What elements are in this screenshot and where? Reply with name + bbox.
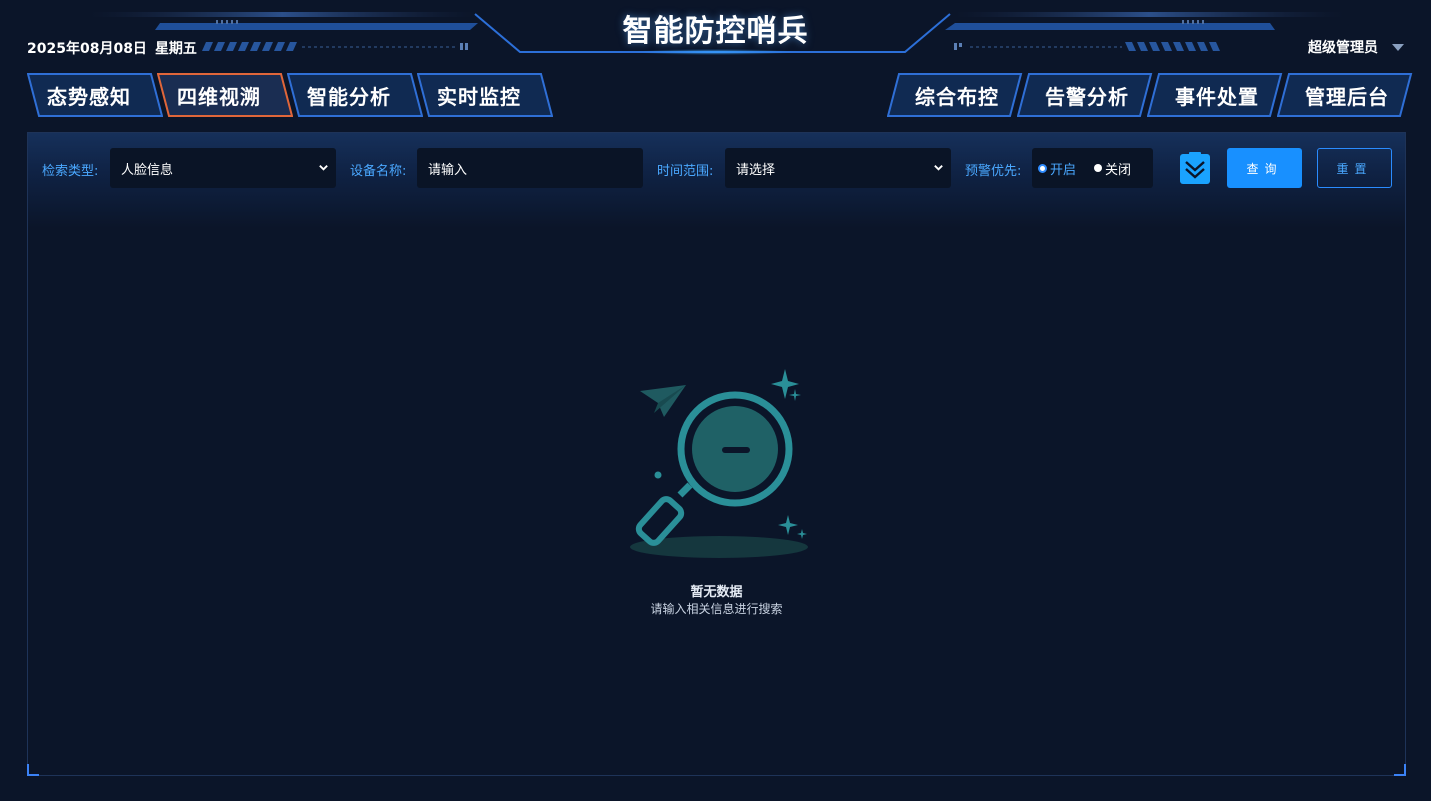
time-range-select[interactable]: 请选择 xyxy=(725,148,951,188)
page-title: 智能防控哨兵 xyxy=(622,14,809,49)
nav-left: 态势感知 四维视溯 智能分析 实时监控 xyxy=(27,73,553,117)
expand-filter-icon[interactable] xyxy=(1180,152,1210,184)
device-name-label: 设备名称: xyxy=(350,164,407,179)
corner-accent xyxy=(27,764,39,776)
tab-situation-awareness[interactable]: 态势感知 xyxy=(27,73,163,117)
time-range-value: 请选择 xyxy=(736,162,776,178)
device-name-placeholder: 请输入 xyxy=(428,162,468,178)
alert-priority-radio-group: 开启 关闭 xyxy=(1032,148,1153,188)
user-menu[interactable]: 超级管理员 xyxy=(1308,37,1404,57)
tab-label: 事件处置 xyxy=(1175,84,1259,109)
radio-off-label: 关闭 xyxy=(1105,162,1132,178)
tab-label: 综合布控 xyxy=(915,84,999,109)
tab-incident-handling[interactable]: 事件处置 xyxy=(1147,73,1283,117)
chevron-down-icon xyxy=(934,165,943,171)
empty-search-icon xyxy=(630,369,808,558)
tab-4d-trace[interactable]: 四维视溯 xyxy=(157,73,293,117)
time-range-label: 时间范围: xyxy=(657,164,714,179)
radio-on[interactable]: 开启 xyxy=(1038,159,1076,178)
query-button[interactable]: 查询 xyxy=(1227,148,1302,188)
nav-right: 综合布控 告警分析 事件处置 管理后台 xyxy=(887,73,1413,117)
empty-title: 暂无数据 xyxy=(690,585,743,600)
tab-comprehensive-control[interactable]: 综合布控 xyxy=(887,73,1023,117)
tab-label: 态势感知 xyxy=(47,84,131,109)
filter-bar: 检索类型: 人脸信息 设备名称: 请输入 时间范围: 请选择 预警优先: 开启 … xyxy=(28,148,1405,188)
chevron-down-icon xyxy=(319,165,328,171)
tab-alert-analysis[interactable]: 告警分析 xyxy=(1017,73,1153,117)
caret-down-icon[interactable] xyxy=(1392,43,1404,51)
main-panel: 检索类型: 人脸信息 设备名称: 请输入 时间范围: 请选择 预警优先: 开启 … xyxy=(27,132,1406,776)
tab-smart-analysis[interactable]: 智能分析 xyxy=(287,73,423,117)
corner-accent xyxy=(1394,764,1406,776)
empty-state: 暂无数据 请输入相关信息进行搜索 xyxy=(28,369,1405,619)
tab-realtime-monitor[interactable]: 实时监控 xyxy=(417,73,553,117)
tab-label: 智能分析 xyxy=(307,84,391,109)
search-type-select[interactable]: 人脸信息 xyxy=(110,148,336,188)
user-name: 超级管理员 xyxy=(1308,40,1378,56)
app-header: 智能防控哨兵 2025年08月08日 星期五 超级管理员 xyxy=(0,0,1431,70)
radio-off[interactable]: 关闭 xyxy=(1094,159,1131,178)
weekday-text: 星期五 xyxy=(154,41,197,57)
search-type-label: 检索类型: xyxy=(42,164,99,179)
tab-label: 四维视溯 xyxy=(177,84,261,109)
reset-button[interactable]: 重置 xyxy=(1317,148,1392,188)
date-display: 2025年08月08日 星期五 xyxy=(27,38,197,58)
alert-priority-label: 预警优先: xyxy=(965,164,1022,179)
radio-checked-icon xyxy=(1038,163,1047,173)
empty-subtitle: 请输入相关信息进行搜索 xyxy=(650,602,783,616)
date-text: 2025年08月08日 xyxy=(27,41,147,57)
tab-label: 管理后台 xyxy=(1305,84,1389,109)
tab-label: 告警分析 xyxy=(1045,84,1129,109)
device-name-input[interactable]: 请输入 xyxy=(417,148,643,188)
radio-unchecked-icon xyxy=(1094,164,1103,172)
radio-on-label: 开启 xyxy=(1050,162,1077,178)
search-type-value: 人脸信息 xyxy=(121,162,174,178)
tab-admin-backend[interactable]: 管理后台 xyxy=(1277,73,1413,117)
tab-label: 实时监控 xyxy=(437,84,521,109)
